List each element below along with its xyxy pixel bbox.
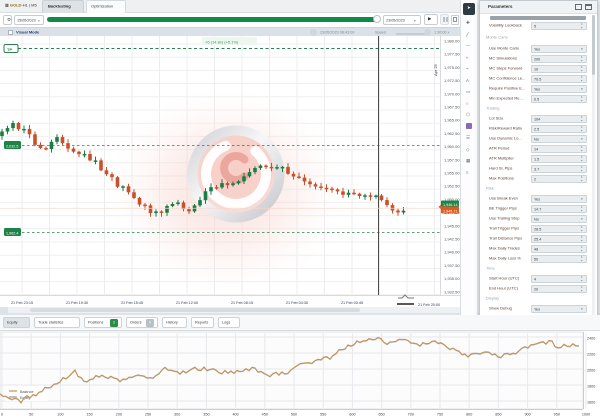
- svg-text:TP: TP: [7, 47, 12, 52]
- svg-text:21 Feb 20:00: 21 Feb 20:00: [418, 303, 440, 307]
- svg-text:300: 300: [174, 413, 180, 417]
- svg-text:1,935.00: 1,935.00: [444, 276, 460, 281]
- svg-text:800: 800: [466, 413, 472, 417]
- svg-text:1,975.00: 1,975.00: [444, 65, 460, 70]
- svg-text:600: 600: [349, 413, 355, 417]
- svg-text:Apr 25: Apr 25: [433, 63, 438, 76]
- svg-text:2200: 2200: [587, 353, 595, 357]
- svg-text:2000: 2000: [587, 369, 595, 373]
- svg-text:1,965.00: 1,965.00: [444, 118, 460, 123]
- svg-text:1,962.50: 1,962.50: [444, 131, 460, 136]
- svg-text:1,955.00: 1,955.00: [444, 171, 460, 176]
- svg-text:1,960.00: 1,960.00: [444, 144, 460, 149]
- svg-text:900: 900: [524, 413, 530, 417]
- svg-text:1,977.50: 1,977.50: [444, 52, 460, 57]
- svg-text:2,032.5: 2,032.5: [6, 145, 19, 149]
- svg-text:1,967.50: 1,967.50: [444, 105, 460, 110]
- svg-text:400: 400: [232, 413, 238, 417]
- svg-text:1,945.71: 1,945.71: [443, 209, 458, 213]
- svg-text:1800: 1800: [587, 385, 595, 389]
- svg-text:350: 350: [203, 413, 209, 417]
- svg-text:500: 500: [291, 413, 297, 417]
- svg-text:250: 250: [145, 413, 151, 417]
- svg-text:450: 450: [262, 413, 268, 417]
- svg-text:1,972.50: 1,972.50: [444, 78, 460, 83]
- svg-text:150: 150: [86, 413, 92, 417]
- svg-text:1,952.50: 1,952.50: [444, 184, 460, 189]
- svg-text:1,962.4: 1,962.4: [6, 232, 19, 236]
- svg-text:1,937.50: 1,937.50: [444, 263, 460, 268]
- svg-text:21 Feb 08:15: 21 Feb 08:15: [231, 301, 253, 305]
- svg-text:700: 700: [408, 413, 414, 417]
- svg-text:0: 0: [1, 413, 3, 417]
- svg-text:50: 50: [29, 413, 33, 417]
- svg-text:850: 850: [495, 413, 501, 417]
- svg-text:21 Feb 00:45: 21 Feb 00:45: [341, 301, 363, 305]
- svg-text:2400: 2400: [587, 337, 595, 341]
- svg-text:21 Feb 19:30: 21 Feb 19:30: [66, 301, 88, 305]
- svg-text:1,942.50: 1,942.50: [444, 237, 460, 242]
- svg-text:1,957.50: 1,957.50: [444, 157, 460, 162]
- svg-text:1,932.50: 1,932.50: [444, 289, 460, 294]
- svg-text:750: 750: [437, 413, 443, 417]
- svg-text:21 Feb 04:30: 21 Feb 04:30: [286, 301, 308, 305]
- svg-text:1600: 1600: [587, 401, 595, 405]
- svg-text:100: 100: [57, 413, 63, 417]
- svg-text:650: 650: [378, 413, 384, 417]
- svg-text:1000: 1000: [582, 413, 590, 417]
- svg-text:1,980.00: 1,980.00: [444, 39, 460, 44]
- svg-text:550: 550: [320, 413, 326, 417]
- svg-text:Balance: Balance: [20, 390, 34, 394]
- svg-text:1,970.00: 1,970.00: [444, 91, 460, 96]
- svg-text:950: 950: [554, 413, 560, 417]
- svg-text:1,940.00: 1,940.00: [444, 250, 460, 255]
- svg-text:21 Feb 15:45: 21 Feb 15:45: [121, 301, 143, 305]
- svg-text:1,945.00: 1,945.00: [444, 223, 460, 228]
- svg-text:21 Feb 23:15: 21 Feb 23:15: [11, 301, 33, 305]
- svg-text:200: 200: [116, 413, 122, 417]
- svg-text:+5 (14.8x) (+5.1%): +5 (14.8x) (+5.1%): [205, 40, 239, 45]
- svg-text:21 Feb 12:00: 21 Feb 12:00: [176, 301, 198, 305]
- svg-text:1,946.14: 1,946.14: [443, 203, 458, 207]
